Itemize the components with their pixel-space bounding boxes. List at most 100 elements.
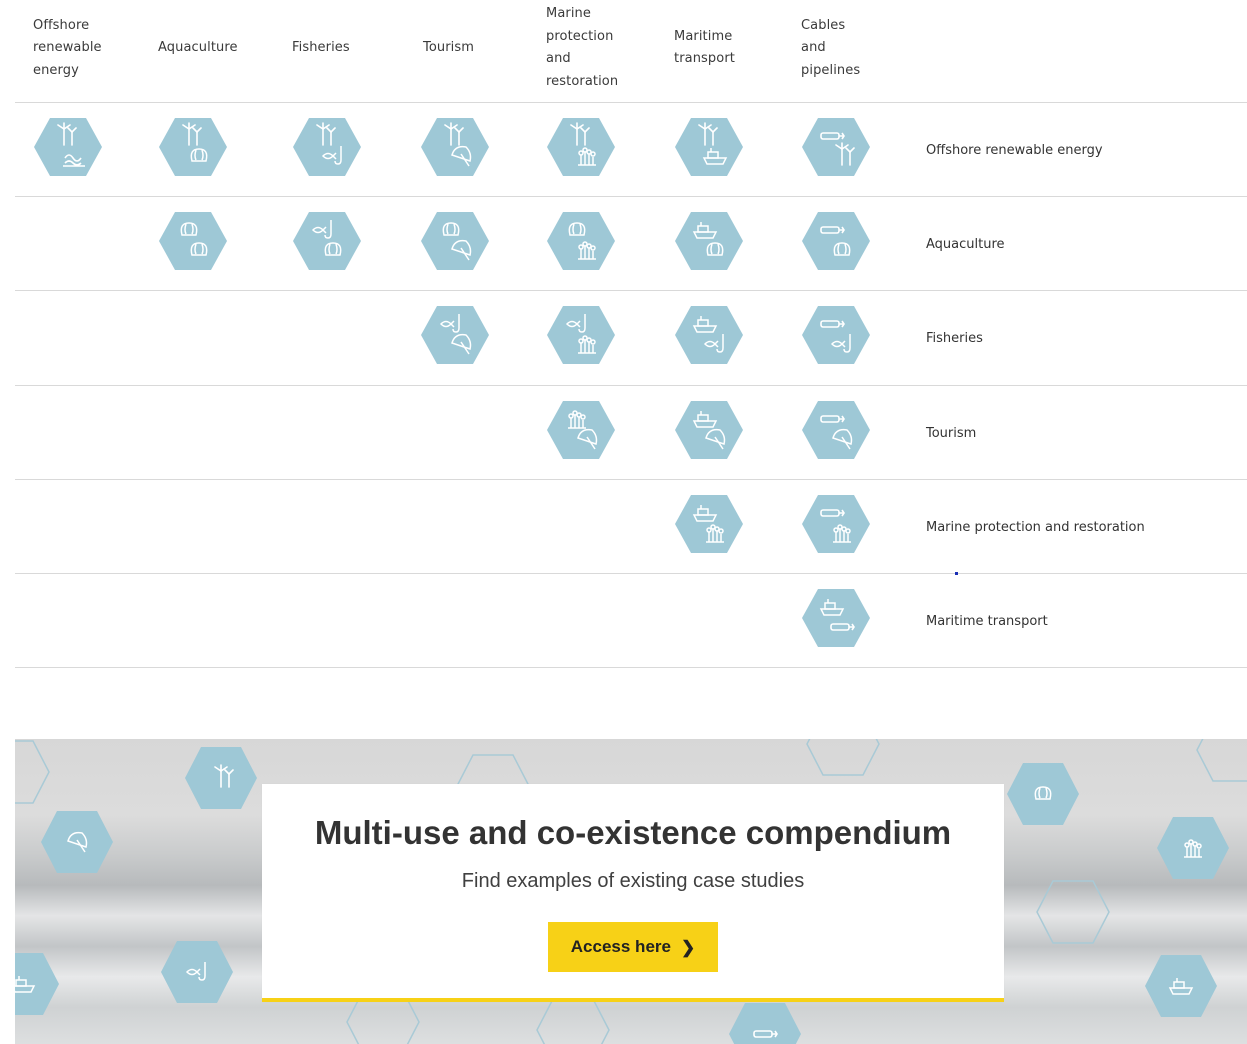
access-here-button[interactable]: Access here ❯ xyxy=(548,922,718,972)
wind-turbine-shell-icon xyxy=(159,118,227,176)
banner-shell-hex xyxy=(1005,761,1081,827)
row-label: Aquaculture xyxy=(926,237,1005,252)
combination-hex-coral-umbrella[interactable] xyxy=(546,399,616,461)
combination-hex-pipeline-fish-hook[interactable] xyxy=(801,304,871,366)
wind-turbine-umbrella-icon xyxy=(421,118,489,176)
fish-hook-shell-icon xyxy=(293,212,361,270)
column-header-tour: Tourism xyxy=(423,37,474,60)
row-divider xyxy=(15,573,1247,574)
combination-hex-ship-shell[interactable] xyxy=(674,210,744,272)
row-divider xyxy=(15,479,1247,480)
combination-hex-shell-shell[interactable] xyxy=(158,210,228,272)
combination-hex-pipeline-shell[interactable] xyxy=(801,210,871,272)
shell-umbrella-icon xyxy=(421,212,489,270)
ship-fish-hook-icon xyxy=(675,306,743,364)
combination-hex-ship-fish-hook[interactable] xyxy=(674,304,744,366)
banner-ship-hex xyxy=(15,951,61,1017)
pipeline-umbrella-icon xyxy=(802,401,870,459)
compendium-card: Multi-use and co-existence compendium Fi… xyxy=(262,784,1004,1002)
combination-hex-wind-turbine-shell[interactable] xyxy=(158,116,228,178)
ship-pipeline-icon xyxy=(802,589,870,647)
column-header-line: and xyxy=(546,51,571,67)
combination-hex-pipeline-wind-turbine[interactable] xyxy=(801,116,871,178)
combination-hex-fish-hook-shell[interactable] xyxy=(292,210,362,272)
column-header-aqua: Aquaculture xyxy=(158,37,238,60)
row-label: Fisheries xyxy=(926,331,983,346)
column-header-line: and xyxy=(801,40,826,55)
fish-hook-umbrella-icon xyxy=(421,306,489,364)
combination-hex-wind-turbine-fish-hook[interactable] xyxy=(292,116,362,178)
pipeline-coral-icon xyxy=(802,495,870,553)
combination-hex-wind-turbine-wave[interactable] xyxy=(33,116,103,178)
ship-coral-icon xyxy=(675,495,743,553)
column-header-line: Offshore xyxy=(33,17,90,33)
combination-hex-ship-pipeline[interactable] xyxy=(801,587,871,649)
access-here-label: Access here xyxy=(570,937,671,956)
row-label: Tourism xyxy=(926,426,977,441)
banner-umbrella-hex xyxy=(39,809,115,875)
wind-turbine-fish-hook-icon xyxy=(293,118,361,176)
row-divider xyxy=(15,196,1247,197)
banner-fish-hook-hex xyxy=(159,939,235,1005)
banner-outline-hex xyxy=(535,997,611,1044)
column-header-line: Marine xyxy=(546,6,591,22)
pipeline-shell-icon xyxy=(802,212,870,270)
combination-hex-wind-turbine-coral[interactable] xyxy=(546,116,616,178)
shell-coral-icon xyxy=(547,212,615,270)
combination-hex-wind-turbine-umbrella[interactable] xyxy=(420,116,490,178)
row-divider xyxy=(15,290,1247,291)
column-header-line: transport xyxy=(674,51,735,67)
column-header-line: renewable xyxy=(33,40,102,55)
combination-hex-shell-umbrella[interactable] xyxy=(420,210,490,272)
column-header-line: restoration xyxy=(546,73,619,89)
compendium-title: Multi-use and co-existence compendium xyxy=(314,814,952,851)
column-header-ore: Offshore renewable energy xyxy=(33,15,102,83)
banner-outline-hex xyxy=(1195,739,1247,783)
wind-turbine-wave-icon xyxy=(34,118,102,176)
column-header-mt: Maritime transport xyxy=(674,26,735,71)
column-header-line: Aquaculture xyxy=(158,40,238,55)
column-header-line: energy xyxy=(33,62,79,78)
column-header-line: protection xyxy=(546,28,614,44)
banner-outline-hex xyxy=(1035,879,1111,945)
combination-hex-ship-coral[interactable] xyxy=(674,493,744,555)
column-header-line: Maritime xyxy=(674,28,733,44)
banner-outline-hex xyxy=(15,739,51,805)
combination-hex-ship-umbrella[interactable] xyxy=(674,399,744,461)
pipeline-fish-hook-icon xyxy=(802,306,870,364)
banner-ship-hex xyxy=(1143,953,1219,1019)
column-header-line: Cables xyxy=(801,17,846,33)
column-header-mpr: Marine protection and restoration xyxy=(546,3,618,93)
column-header-cp: Cables and pipelines xyxy=(801,15,860,83)
row-divider xyxy=(15,667,1247,668)
combination-hex-shell-coral[interactable] xyxy=(546,210,616,272)
combination-hex-pipeline-coral[interactable] xyxy=(801,493,871,555)
banner-wind-turbine-hex xyxy=(183,745,259,811)
fish-hook-coral-icon xyxy=(547,306,615,364)
banner-coral-hex xyxy=(1155,815,1231,881)
ship-umbrella-icon xyxy=(675,401,743,459)
wind-turbine-ship-icon xyxy=(675,118,743,176)
coral-umbrella-icon xyxy=(547,401,615,459)
combination-hex-fish-hook-umbrella[interactable] xyxy=(420,304,490,366)
banner-outline-hex xyxy=(805,739,881,777)
row-label: Offshore renewable energy xyxy=(926,143,1103,158)
compendium-subtitle: Find examples of existing case studies xyxy=(461,870,805,892)
ship-shell-icon xyxy=(675,212,743,270)
column-header-line: Tourism xyxy=(423,40,475,55)
row-divider xyxy=(15,385,1247,386)
chevron-right-icon: ❯ xyxy=(680,937,696,957)
row-label: Marine protection and restoration xyxy=(926,520,1145,535)
banner-pipeline-hex xyxy=(727,1001,803,1044)
column-header-fish: Fisheries xyxy=(292,37,350,60)
column-header-line: Fisheries xyxy=(292,40,350,55)
wind-turbine-coral-icon xyxy=(547,118,615,176)
shell-shell-icon xyxy=(159,212,227,270)
combination-hex-fish-hook-coral[interactable] xyxy=(546,304,616,366)
combination-hex-pipeline-umbrella[interactable] xyxy=(801,399,871,461)
row-label: Maritime transport xyxy=(926,614,1048,629)
stray-dot xyxy=(955,572,958,575)
row-divider xyxy=(15,102,1247,103)
column-header-line: pipelines xyxy=(801,62,861,78)
combination-hex-wind-turbine-ship[interactable] xyxy=(674,116,744,178)
